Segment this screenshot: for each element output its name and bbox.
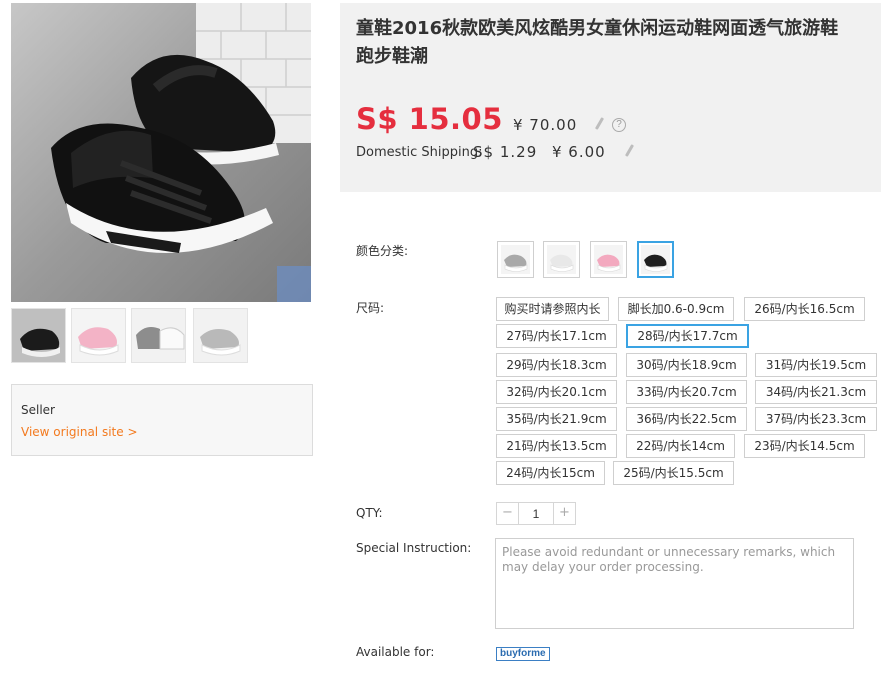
color-swatch-white-icon	[547, 245, 576, 274]
price-panel: 童鞋2016秋款欧美风炫酷男女童休闲运动鞋网面透气旅游鞋跑步鞋潮 S$ 15.0…	[340, 3, 881, 192]
domestic-shipping-label: Domestic Shipping:	[356, 145, 483, 160]
qty-input[interactable]	[518, 503, 554, 524]
view-original-site-link[interactable]: View original site >	[21, 425, 138, 439]
available-for-label: Available for:	[356, 645, 435, 659]
size-label: 尺码:	[356, 301, 385, 315]
size-option[interactable]: 购买时请参照内长	[496, 297, 609, 321]
color-option-grey[interactable]	[497, 241, 534, 278]
size-option[interactable]: 27码/内长17.1cm	[496, 324, 617, 348]
color-swatch-black-icon	[641, 245, 670, 274]
size-option[interactable]: 24码/内长15cm	[496, 461, 605, 485]
color-option-white[interactable]	[543, 241, 580, 278]
size-option[interactable]: 26码/内长16.5cm	[744, 297, 865, 321]
color-swatch-grey-icon	[501, 245, 530, 274]
special-instruction-textarea[interactable]	[495, 538, 854, 629]
edit-shipping-pencil-icon[interactable]	[625, 144, 633, 158]
product-title: 童鞋2016秋款欧美风炫酷男女童休闲运动鞋网面透气旅游鞋跑步鞋潮	[356, 18, 839, 67]
size-option[interactable]: 33码/内长20.7cm	[626, 380, 747, 404]
price-rmb: ¥ 70.00	[513, 116, 578, 134]
size-option[interactable]: 32码/内长20.1cm	[496, 380, 617, 404]
shipping-sgd: S$ 1.29	[473, 143, 538, 161]
size-option[interactable]: 29码/内长18.3cm	[496, 353, 617, 377]
size-option[interactable]: 23码/内长14.5cm	[744, 434, 865, 458]
size-option[interactable]: 22码/内长14cm	[626, 434, 735, 458]
size-option[interactable]: 21码/内长13.5cm	[496, 434, 617, 458]
product-main-image	[11, 3, 311, 302]
buyforme-badge: buyforme	[496, 647, 550, 661]
color-swatch-pink-icon	[594, 245, 623, 274]
thumbnail-grey-white[interactable]	[131, 308, 186, 363]
size-option[interactable]: 31码/内长19.5cm	[755, 353, 877, 377]
qty-minus-button[interactable]: −	[497, 503, 518, 524]
qty-plus-button[interactable]: +	[554, 503, 575, 524]
qty-label: QTY:	[356, 506, 383, 520]
size-option[interactable]: 25码/内长15.5cm	[613, 461, 734, 485]
price-sgd: S$ 15.05	[356, 102, 503, 136]
thumbnail-black[interactable]	[11, 308, 66, 363]
size-option[interactable]: 30码/内长18.9cm	[626, 353, 747, 377]
seller-box: Seller View original site >	[11, 384, 313, 456]
size-option[interactable]: 28码/内长17.7cm	[626, 324, 749, 348]
size-option[interactable]: 36码/内长22.5cm	[626, 407, 747, 431]
color-option-black[interactable]	[637, 241, 674, 278]
quantity-stepper: − +	[496, 502, 576, 525]
size-option[interactable]: 37码/内长23.3cm	[755, 407, 877, 431]
thumbnail-grey[interactable]	[193, 308, 248, 363]
size-option[interactable]: 34码/内长21.3cm	[755, 380, 877, 404]
shipping-rmb: ¥ 6.00	[552, 143, 606, 161]
edit-price-pencil-icon[interactable]	[595, 117, 603, 131]
color-option-pink[interactable]	[590, 241, 627, 278]
seller-label: Seller	[21, 403, 55, 417]
color-label: 颜色分类:	[356, 244, 409, 258]
special-instruction-label: Special Instruction:	[356, 541, 472, 555]
size-option[interactable]: 35码/内长21.9cm	[496, 407, 617, 431]
help-icon[interactable]: ?	[612, 118, 626, 132]
size-option[interactable]: 脚长加0.6-0.9cm	[618, 297, 734, 321]
thumbnail-pink[interactable]	[71, 308, 126, 363]
